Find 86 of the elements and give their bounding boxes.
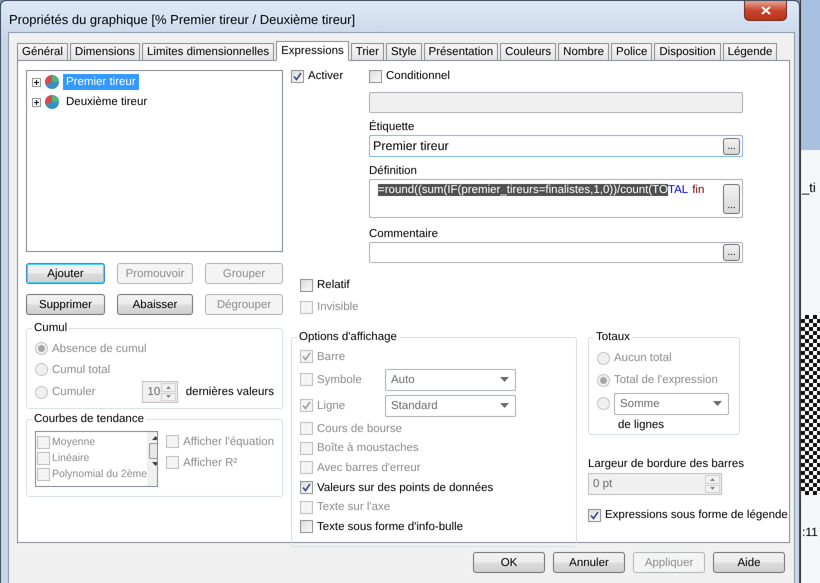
tab[interactable]: Couleurs — [500, 43, 556, 60]
button[interactable]: Supprimer — [26, 294, 105, 315]
steps-label: dernières valeurs — [186, 386, 274, 398]
tab[interactable]: Légende — [722, 43, 778, 60]
checkbox[interactable] — [300, 481, 313, 494]
number-field[interactable]: 10 — [142, 381, 178, 403]
caret-icon — [500, 377, 509, 382]
tab[interactable]: Général — [17, 43, 68, 60]
checkbox[interactable] — [588, 508, 601, 522]
close-button[interactable] — [744, 1, 787, 21]
tab[interactable]: Police — [611, 43, 652, 60]
checkbox-label: Avec barres d'erreur — [317, 462, 421, 474]
close-icon — [760, 6, 770, 15]
checkbox-label: Symbole — [317, 374, 363, 386]
group-title: Courbes de tendance — [33, 413, 145, 425]
radio-label: Cumul total — [52, 364, 110, 376]
spinner-arrows-icon[interactable] — [705, 475, 720, 493]
condition-field[interactable] — [369, 92, 743, 113]
radio-label: Absence de cumul — [52, 342, 147, 354]
checkbox-label: Conditionnel — [386, 70, 450, 82]
checkbox[interactable] — [166, 456, 180, 469]
tab[interactable]: Trier — [350, 43, 384, 60]
window-title: Propriétés du graphique [% Premier tireur / Deuxième tireur] — [8, 12, 356, 29]
label-field[interactable]: Premier tireur ... — [369, 135, 743, 157]
checkbox[interactable] — [37, 452, 50, 464]
checkbox-label: Ligne — [317, 400, 346, 412]
caret-icon — [713, 401, 722, 406]
checkbox-label: Activer — [308, 70, 344, 82]
radio-label: Aucun total — [614, 352, 672, 364]
definition-field[interactable]: =round((sum(IF(premier_tireurs=finalistes,1,0))/count(TOTAL fin ... — [369, 179, 743, 218]
background-text: :11 — [801, 525, 819, 539]
field-label: Définition — [369, 164, 418, 179]
browse-button[interactable]: ... — [723, 138, 740, 154]
tab[interactable]: Nombre — [558, 43, 610, 60]
number-field[interactable]: 0 pt — [588, 473, 722, 495]
button[interactable]: Annuler — [553, 552, 625, 573]
tab[interactable]: Dimensions — [70, 43, 140, 60]
checkbox-label: Texte sous forme d'info-bulle — [317, 520, 464, 533]
field-label: Commentaire — [369, 227, 440, 242]
group-title: Options d'affichage — [298, 331, 398, 343]
totals-suffix: de lignes — [617, 418, 666, 433]
background-text: _ti — [801, 179, 817, 195]
checkbox[interactable] — [300, 278, 313, 292]
button[interactable]: Ajouter — [26, 263, 105, 284]
checkbox[interactable] — [291, 70, 304, 83]
checkbox[interactable] — [166, 435, 180, 448]
pie-chart-icon — [44, 74, 60, 90]
checkbox[interactable] — [37, 468, 50, 480]
tab[interactable]: Limites dimensionnelles — [142, 43, 274, 60]
field-label: Étiquette — [369, 119, 416, 135]
checkbox-label: Barre — [317, 350, 346, 363]
comment-field[interactable]: ... — [369, 242, 743, 263]
checkbox-label: Texte sur l'axe — [317, 501, 390, 514]
group-title: Totaux — [595, 331, 631, 343]
scroll-up-icon[interactable] — [152, 436, 158, 440]
tab[interactable]: Expressions — [276, 41, 349, 61]
checkbox-label: Relatif — [317, 279, 350, 291]
tab[interactable]: Style — [386, 43, 422, 60]
field-label: Largeur de bordure des barres — [588, 458, 745, 470]
pie-chart-icon — [44, 94, 60, 110]
button[interactable]: Aide — [713, 552, 785, 573]
spinner-arrows-icon[interactable] — [160, 383, 176, 401]
checkbox-label: Afficher R² — [183, 456, 238, 468]
expand-icon[interactable] — [32, 98, 41, 106]
browse-button[interactable]: ... — [723, 184, 740, 214]
checkbox[interactable] — [37, 436, 50, 448]
button[interactable]: Abaisser — [117, 294, 193, 315]
checkbox-label: Valeurs sur des points de données — [317, 482, 494, 494]
expand-icon[interactable] — [32, 78, 41, 86]
caret-icon — [500, 403, 509, 408]
tab[interactable]: Disposition — [654, 43, 721, 60]
radio-label: Cumuler — [52, 386, 96, 398]
checkbox[interactable] — [369, 70, 382, 83]
checkbox[interactable] — [300, 520, 313, 534]
scroll-down-icon[interactable] — [152, 462, 158, 466]
group-title: Cumul — [33, 322, 68, 334]
radio-label: Total de l'expression — [614, 374, 718, 386]
browse-button[interactable]: ... — [723, 244, 740, 261]
button[interactable]: OK — [473, 552, 545, 573]
checkbox-label: Cours de bourse — [317, 422, 402, 435]
checkbox-label: Invisible — [317, 301, 359, 313]
checkbox-label: Afficher l'équation — [183, 436, 274, 448]
checkbox-label: Expressions sous forme de légende — [605, 509, 788, 521]
tab[interactable]: Présentation — [424, 43, 498, 60]
tree-item[interactable]: Deuxième tireur — [63, 94, 150, 110]
checkbox-label: Boîte à moustaches — [317, 442, 419, 454]
